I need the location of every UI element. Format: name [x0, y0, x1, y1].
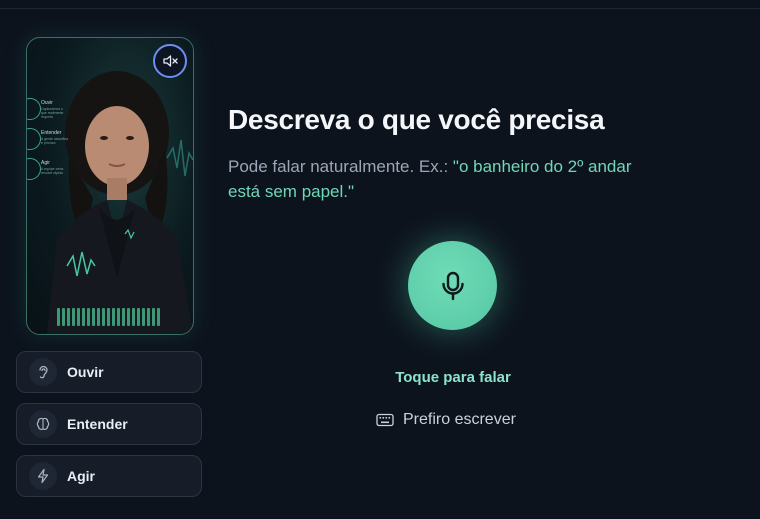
page-subtitle: Pode falar naturalmente. Ex.: "o banheir…: [228, 154, 668, 204]
step-button-entender[interactable]: Entender: [16, 403, 202, 445]
write-instead-label: Prefiro escrever: [403, 411, 516, 428]
step-label-agir: Agir: [67, 468, 95, 484]
keyboard-icon: [376, 413, 394, 427]
step-label-entender: Entender: [67, 416, 128, 432]
assistant-avatar-image: [47, 71, 193, 334]
audio-level-bars: [57, 308, 160, 326]
tap-to-speak-label: Toque para falar: [395, 369, 511, 386]
subtitle-prefix: Pode falar naturalmente. Ex.:: [228, 157, 453, 176]
assistant-avatar-card: Ouvir Capturamos o que realmente importa…: [26, 37, 194, 335]
step-button-agir[interactable]: Agir: [16, 455, 202, 497]
mute-button[interactable]: [153, 44, 187, 78]
brain-icon: [29, 410, 57, 438]
page-title: Descreva o que você precisa: [228, 104, 605, 135]
microphone-button[interactable]: [408, 241, 497, 330]
top-divider: [0, 8, 760, 9]
microphone-icon: [441, 271, 464, 300]
speaker-muted-icon: [163, 55, 178, 67]
lightning-icon: [29, 462, 57, 490]
write-instead-button[interactable]: Prefiro escrever: [376, 409, 516, 431]
